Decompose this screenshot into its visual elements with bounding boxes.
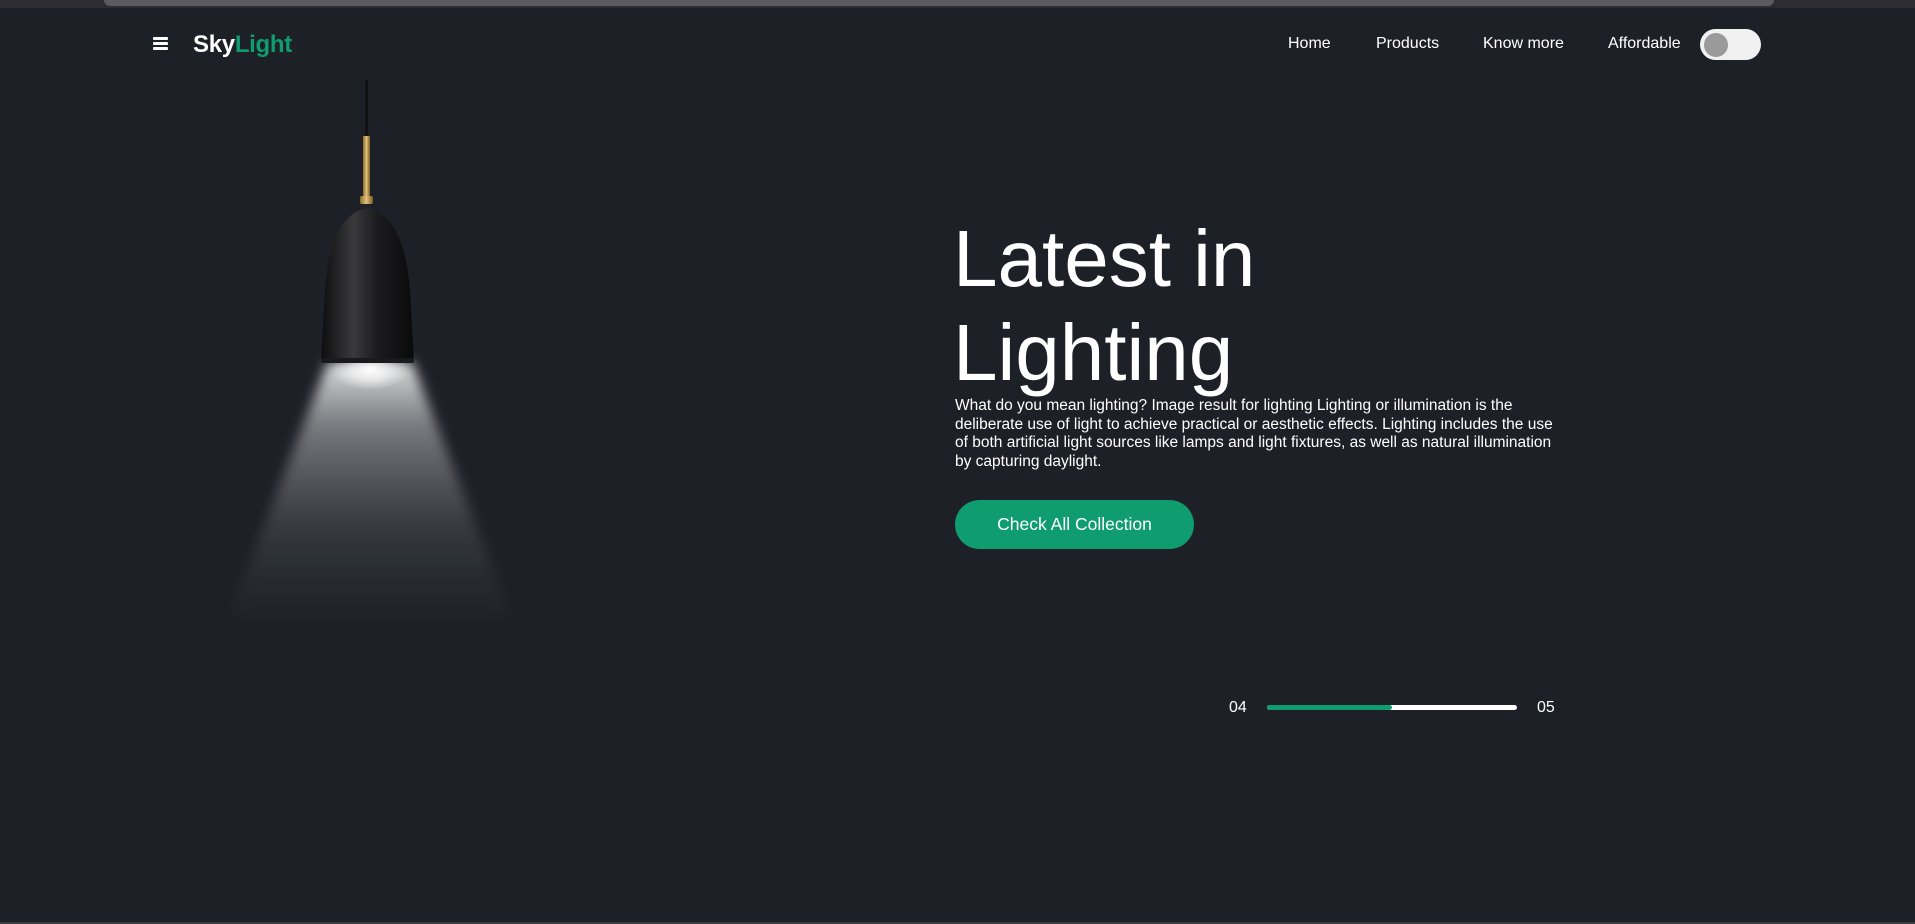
- logo-sky-text: Sky: [193, 31, 235, 58]
- nav-link-home[interactable]: Home: [1288, 35, 1331, 53]
- browser-top-strip: [0, 0, 1915, 8]
- hero-description: What do you mean lighting? Image result …: [955, 397, 1553, 470]
- check-all-collection-button[interactable]: Check All Collection: [955, 500, 1194, 549]
- nav-link-know-more[interactable]: Know more: [1483, 35, 1564, 53]
- site-logo[interactable]: SkyLight: [193, 30, 292, 60]
- nav-link-products[interactable]: Products: [1376, 35, 1439, 53]
- slide-progress-bar[interactable]: [1267, 705, 1517, 710]
- nav-link-affordable[interactable]: Affordable: [1608, 35, 1681, 53]
- slide-total-number: 05: [1537, 699, 1555, 716]
- pendant-lamp-image: [200, 78, 540, 628]
- hero-title-line-1: Latest in: [953, 214, 1256, 303]
- affordable-toggle[interactable]: [1700, 29, 1761, 60]
- toggle-knob: [1704, 33, 1728, 57]
- slide-progress-fill: [1267, 705, 1392, 710]
- hamburger-menu-icon[interactable]: [153, 37, 168, 51]
- hero-title: Latest in Lighting: [953, 212, 1255, 400]
- browser-scroll-bar: [104, 0, 1774, 6]
- hero-title-line-2: Lighting: [953, 308, 1234, 397]
- slide-current-number: 04: [1229, 699, 1247, 716]
- logo-light-text: Light: [234, 31, 292, 58]
